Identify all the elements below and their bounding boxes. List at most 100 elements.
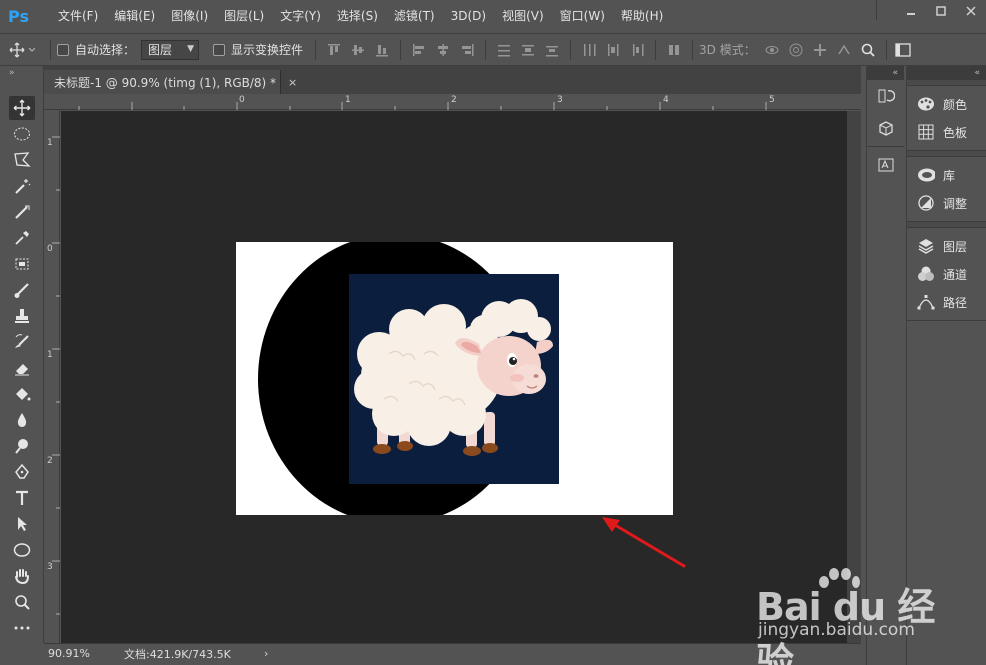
panel-tab-channels[interactable]: 通道 bbox=[907, 260, 986, 288]
divider bbox=[400, 39, 402, 60]
menu-image[interactable]: 图像(I) bbox=[163, 0, 216, 33]
ruler-label: 2 bbox=[451, 95, 457, 105]
history-brush-tool[interactable] bbox=[9, 330, 35, 354]
pen-icon bbox=[15, 463, 29, 479]
blur-tool[interactable] bbox=[9, 408, 35, 432]
menu-help[interactable]: 帮助(H) bbox=[613, 0, 671, 33]
divider bbox=[655, 39, 657, 60]
auto-align-icon[interactable] bbox=[664, 40, 684, 60]
panel-label: 色板 bbox=[943, 125, 968, 140]
distribute-right-icon[interactable] bbox=[627, 40, 647, 60]
auto-select-checkbox[interactable] bbox=[57, 43, 69, 56]
vertical-scrollbar[interactable] bbox=[847, 111, 861, 643]
move-tool-preset[interactable] bbox=[0, 42, 44, 58]
patch-tool[interactable] bbox=[9, 252, 35, 276]
edit-toolbar-button[interactable] bbox=[9, 616, 35, 640]
ruler-label: 1 bbox=[47, 350, 53, 360]
panel-tab-color[interactable]: 颜色 bbox=[907, 90, 986, 118]
close-tab-icon[interactable]: × bbox=[288, 76, 297, 89]
move-tool[interactable] bbox=[9, 96, 35, 120]
align-bottom-icon[interactable] bbox=[372, 40, 392, 60]
document-tab[interactable]: 未标题-1 @ 90.9% (timg (1), RGB/8) * × bbox=[44, 70, 297, 94]
stamp-tool[interactable] bbox=[9, 304, 35, 328]
paint-bucket-tool[interactable] bbox=[9, 382, 35, 406]
crop-tool[interactable] bbox=[9, 200, 35, 224]
dodge-icon bbox=[15, 439, 28, 454]
document-size-info: 文档:421.9K/743.5K bbox=[124, 647, 231, 661]
menu-type[interactable]: 文字(Y) bbox=[272, 0, 329, 33]
align-left-icon[interactable] bbox=[409, 40, 429, 60]
align-hcenter-icon[interactable] bbox=[433, 40, 453, 60]
pen-tool[interactable] bbox=[9, 460, 35, 484]
3d-pan-icon[interactable] bbox=[810, 40, 830, 60]
distribute-left-icon[interactable] bbox=[579, 40, 599, 60]
panel-tab-adjustments[interactable]: 调整 bbox=[907, 189, 986, 217]
panel-tab-libraries[interactable]: 库 bbox=[907, 161, 986, 189]
3d-roll-icon[interactable] bbox=[786, 40, 806, 60]
lasso-tool[interactable] bbox=[9, 148, 35, 172]
dock-collapse-icon[interactable]: « bbox=[907, 66, 986, 80]
workspace-icon[interactable] bbox=[895, 40, 915, 60]
document-tab-title: 未标题-1 @ 90.9% (timg (1), RGB/8) * bbox=[54, 75, 277, 90]
menu-window[interactable]: 窗口(W) bbox=[552, 0, 613, 33]
eraser-icon bbox=[15, 364, 29, 376]
panel-tab-swatches[interactable]: 色板 bbox=[907, 118, 986, 146]
more-icon bbox=[14, 626, 30, 630]
magic-wand-tool[interactable] bbox=[9, 174, 35, 198]
document-tabs: 未标题-1 @ 90.9% (timg (1), RGB/8) * × bbox=[44, 66, 861, 94]
history-panel-icon[interactable] bbox=[867, 80, 905, 112]
distribute-vcenter-icon[interactable] bbox=[518, 40, 538, 60]
panel-label: 图层 bbox=[943, 239, 968, 254]
menu-edit[interactable]: 编辑(E) bbox=[106, 0, 163, 33]
menu-filter[interactable]: 滤镜(T) bbox=[386, 0, 443, 33]
align-vcenter-icon[interactable] bbox=[348, 40, 368, 60]
eraser-tool[interactable] bbox=[9, 356, 35, 380]
path-selection-tool[interactable] bbox=[9, 512, 35, 536]
distribute-top-icon[interactable] bbox=[494, 40, 514, 60]
menu-view[interactable]: 视图(V) bbox=[494, 0, 552, 33]
dodge-tool[interactable] bbox=[9, 434, 35, 458]
menu-file[interactable]: 文件(F) bbox=[50, 0, 106, 33]
document-canvas[interactable] bbox=[236, 242, 673, 515]
ruler-label: 4 bbox=[663, 95, 669, 105]
divider bbox=[692, 39, 694, 60]
distribute-bottom-icon[interactable] bbox=[542, 40, 562, 60]
brush-tool[interactable] bbox=[9, 278, 35, 302]
3d-slide-icon[interactable] bbox=[834, 40, 854, 60]
red-arrow-annotation bbox=[602, 517, 686, 568]
ruler-label: 5 bbox=[769, 95, 775, 105]
distribute-hcenter-icon[interactable] bbox=[603, 40, 623, 60]
menu-select[interactable]: 选择(S) bbox=[329, 0, 386, 33]
panel-label: 通道 bbox=[943, 267, 968, 282]
ps-logo: Ps bbox=[8, 7, 29, 26]
status-bar: 90.91% 文档:421.9K/743.5K › bbox=[44, 643, 861, 663]
menu-3d[interactable]: 3D(D) bbox=[443, 0, 494, 33]
align-right-icon[interactable] bbox=[457, 40, 477, 60]
character-panel-icon[interactable] bbox=[867, 149, 905, 181]
minimize-button[interactable] bbox=[896, 0, 926, 22]
panel-tab-layers[interactable]: 图层 bbox=[907, 232, 986, 260]
dock-collapse-icon[interactable]: « bbox=[867, 66, 904, 80]
zoom-tool[interactable] bbox=[9, 590, 35, 614]
hand-tool[interactable] bbox=[9, 564, 35, 588]
show-transform-checkbox[interactable] bbox=[213, 43, 226, 56]
panel-group-libraries: 库 调整 bbox=[907, 157, 986, 222]
zoom-level-field[interactable]: 90.91% bbox=[44, 647, 104, 660]
marquee-tool[interactable] bbox=[9, 122, 35, 146]
ellipse-tool[interactable] bbox=[9, 538, 35, 562]
ruler-label: 3 bbox=[47, 562, 53, 572]
search-icon[interactable] bbox=[858, 40, 878, 60]
3d-panel-icon[interactable] bbox=[867, 112, 905, 144]
status-menu-arrow[interactable]: › bbox=[264, 647, 268, 660]
3d-orbit-icon[interactable] bbox=[762, 40, 782, 60]
maximize-button[interactable] bbox=[926, 0, 956, 22]
align-top-icon[interactable] bbox=[324, 40, 344, 60]
type-tool[interactable] bbox=[9, 486, 35, 510]
close-window-button[interactable] bbox=[956, 0, 986, 22]
polygon-lasso-icon bbox=[14, 152, 31, 167]
eyedropper-tool[interactable] bbox=[9, 226, 35, 250]
auto-select-target-dropdown[interactable]: 图层 ▼ bbox=[141, 39, 200, 60]
panel-tab-paths[interactable]: 路径 bbox=[907, 288, 986, 316]
collapse-toolbar-icon[interactable]: » bbox=[9, 68, 15, 78]
menu-layer[interactable]: 图层(L) bbox=[216, 0, 272, 33]
